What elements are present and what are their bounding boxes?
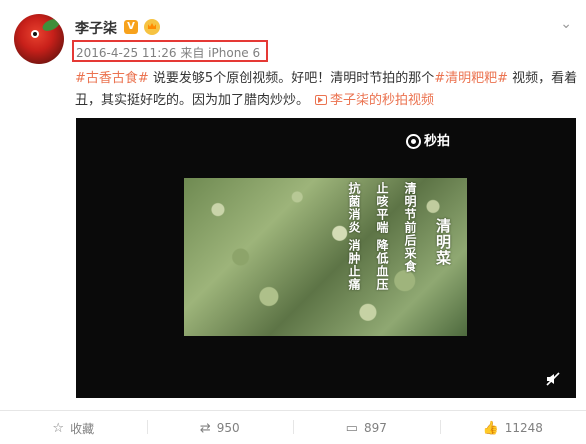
caption-col-2: 清明节前后采食 bbox=[403, 182, 417, 273]
star-icon: ☆ bbox=[52, 420, 65, 436]
caption-col-3: 止咳平喘 降低血压 bbox=[375, 182, 389, 292]
mute-icon[interactable] bbox=[546, 372, 560, 386]
miaopai-watermark: 秒拍 bbox=[405, 130, 450, 149]
video-link[interactable]: 李子柒的秒拍视频 bbox=[330, 93, 434, 108]
avatar-eye bbox=[31, 30, 39, 38]
hashtag-qingming-baba[interactable]: #清明粑粑# bbox=[434, 71, 508, 86]
chevron-down-icon[interactable]: ⌄ bbox=[560, 16, 572, 32]
post-text-part1: 说要发够5个原创视频。好吧！清明时节拍的那个 bbox=[148, 71, 435, 86]
comment-icon: ▭ bbox=[345, 420, 358, 436]
video-player[interactable]: 清明菜 清明节前后采食 止咳平喘 降低血压 抗菌消炎 消肿止痛 秒拍 bbox=[76, 118, 576, 398]
vip-crown-icon bbox=[144, 19, 160, 35]
post-from-label: 来自 bbox=[180, 46, 205, 60]
comment-button[interactable]: ▭ 897 bbox=[293, 414, 440, 442]
video-frame: 清明菜 清明节前后采食 止咳平喘 降低血压 抗菌消炎 消肿止痛 bbox=[184, 178, 467, 336]
like-count: 11248 bbox=[504, 421, 543, 435]
caption-col-1: 清明菜 bbox=[434, 218, 452, 266]
like-icon: 👍 bbox=[482, 420, 499, 436]
action-divider bbox=[0, 410, 586, 411]
post-text: #古香古食# 说要发够5个原创视频。好吧！清明时节拍的那个#清明粑粑# 视频，看… bbox=[75, 68, 580, 112]
avatar-leaf bbox=[40, 16, 62, 34]
post-device: iPhone 6 bbox=[208, 46, 261, 60]
repost-count: 950 bbox=[216, 421, 240, 435]
video-link-icon bbox=[315, 95, 328, 105]
camera-icon bbox=[405, 134, 421, 149]
avatar[interactable] bbox=[14, 14, 64, 64]
repost-button[interactable]: ⇄ 950 bbox=[146, 414, 294, 442]
verified-icon: V bbox=[124, 20, 138, 34]
author-name[interactable]: 李子柒 bbox=[75, 18, 117, 38]
watermark-text: 秒拍 bbox=[423, 134, 450, 149]
favorite-button[interactable]: ☆ 收藏 bbox=[0, 414, 147, 442]
comment-count: 897 bbox=[363, 421, 387, 435]
post-meta: 2016-4-25 11:26 来自 iPhone 6 bbox=[76, 44, 260, 61]
favorite-label: 收藏 bbox=[70, 421, 95, 436]
post-time[interactable]: 2016-4-25 11:26 bbox=[76, 46, 177, 60]
action-bar: ☆ 收藏 ⇄ 950 ▭ 897 👍 11248 bbox=[0, 414, 586, 442]
repost-icon: ⇄ bbox=[199, 420, 211, 436]
like-button[interactable]: 👍 11248 bbox=[439, 414, 586, 442]
caption-col-4: 抗菌消炎 消肿止痛 bbox=[347, 182, 361, 292]
hashtag-gu-xiang-gu-shi[interactable]: #古香古食# bbox=[75, 71, 149, 86]
